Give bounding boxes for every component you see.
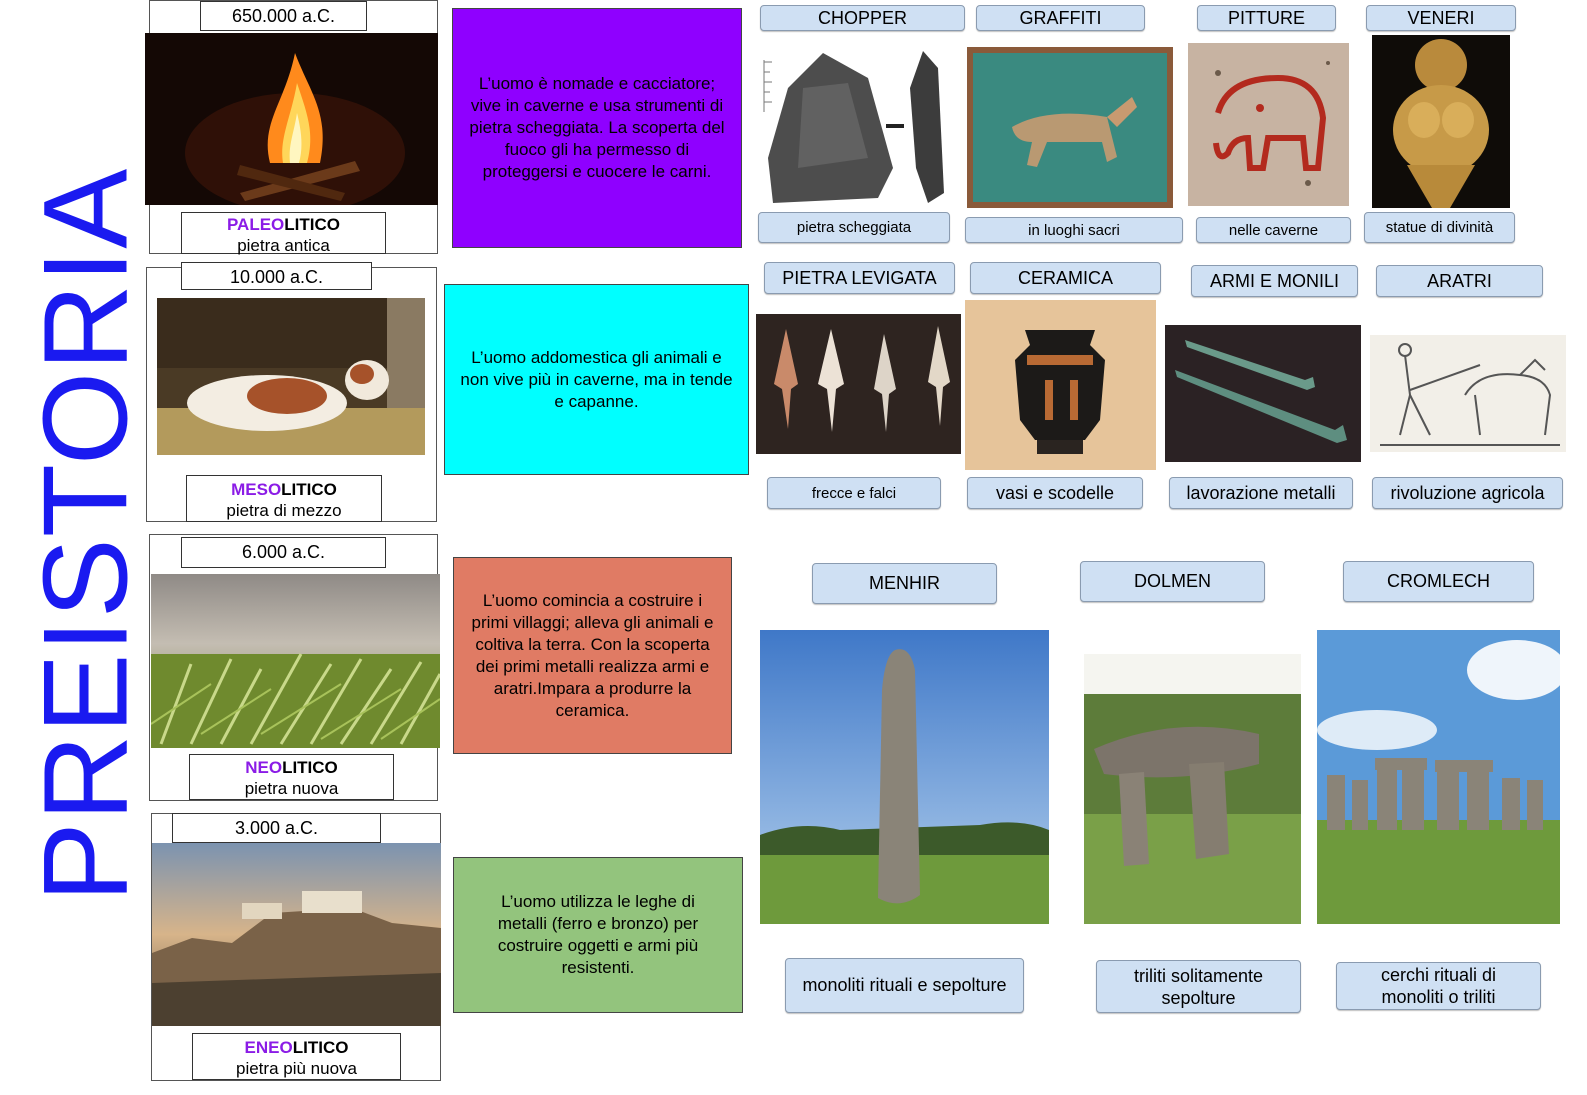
mesolitico-description: L’uomo addomestica gli animali e non viv… [444,284,749,475]
acropolis-image [152,843,441,1026]
menhir-label: MENHIR [812,563,997,604]
paleolitico-description: L’uomo è nomade e cacciatore; vive in ca… [452,8,742,248]
cromlech-caption: cerchi rituali di monoliti o triliti [1336,962,1541,1010]
eneolitico-description: L’uomo utilizza le leghe di metalli (fer… [453,857,743,1013]
neolitico-prefix: NEO [245,758,283,777]
neolitico-description: L’uomo comincia a costruire i primi vill… [453,557,732,754]
eneolitico-subtitle: pietra più nuova [236,1059,357,1078]
cromlech-label: CROMLECH [1343,561,1534,602]
arrowheads-image [756,314,961,454]
dolmen-image [1084,654,1301,924]
mesolitico-prefix: MESO [231,480,282,499]
veneri-label: VENERI [1366,5,1516,31]
aratri-label: ARATRI [1376,265,1543,297]
page-title: PREISTORIA [18,167,153,903]
paleolitico-date: 650.000 a.C. [200,1,367,31]
menhir-image [760,630,1049,924]
graffiti-label: GRAFFITI [976,5,1145,31]
paleolitico-label: PALEOLITICO pietra antica [181,212,386,255]
armi-image [1165,325,1361,462]
aratri-caption: rivoluzione agricola [1372,477,1563,509]
pitture-label: PITTURE [1197,5,1336,31]
cromlech-image [1317,630,1560,924]
chopper-image [758,48,953,208]
eneolitico-label: ENEOLITICO pietra più nuova [192,1033,401,1080]
dolmen-label: DOLMEN [1080,561,1265,602]
pitture-image [1188,43,1349,206]
neolitico-suffix: LITICO [282,758,338,777]
paleolitico-prefix: PALEO [226,215,285,234]
campfire-image [145,33,438,205]
veneri-image [1372,35,1510,208]
neolitico-date: 6.000 a.C. [181,537,386,568]
cow-image [157,298,425,455]
armi-caption: lavorazione metalli [1169,477,1353,509]
chopper-label: CHOPPER [760,5,965,31]
pitture-caption: nelle caverne [1196,217,1351,243]
ceramica-caption: vasi e scodelle [967,477,1143,509]
veneri-caption: statue di divinità [1364,212,1515,243]
mesolitico-label: MESOLITICO pietra di mezzo [186,475,382,522]
aratri-image [1370,335,1566,452]
mesolitico-suffix: LITICO [281,480,337,499]
paleolitico-suffix: LITICO [284,215,341,234]
ceramica-label: CERAMICA [970,262,1161,294]
ceramica-image [965,300,1156,470]
graffiti-image [967,47,1173,208]
page-title-container: PREISTORIA [18,150,152,920]
eneolitico-suffix: LITICO [292,1038,349,1057]
neolitico-subtitle: pietra nuova [244,779,339,798]
mesolitico-subtitle: pietra di mezzo [226,501,342,520]
armi-monili-label: ARMI E MONILI [1191,265,1358,297]
eneolitico-date: 3.000 a.C. [172,813,381,843]
graffiti-caption: in luoghi sacri [965,217,1183,243]
mesolitico-date: 10.000 a.C. [181,262,372,290]
dolmen-caption: triliti solitamente sepolture [1096,960,1301,1013]
neolitico-label: NEOLITICO pietra nuova [189,754,394,800]
eneolitico-prefix: ENEO [244,1038,293,1057]
paleolitico-subtitle: pietra antica [237,236,330,255]
pietra-levigata-label: PIETRA LEVIGATA [764,262,955,294]
menhir-caption: monoliti rituali e sepolture [785,958,1024,1013]
wheat-image [151,574,440,748]
pietra-levigata-caption: frecce e falci [767,477,941,509]
chopper-caption: pietra scheggiata [758,212,950,243]
